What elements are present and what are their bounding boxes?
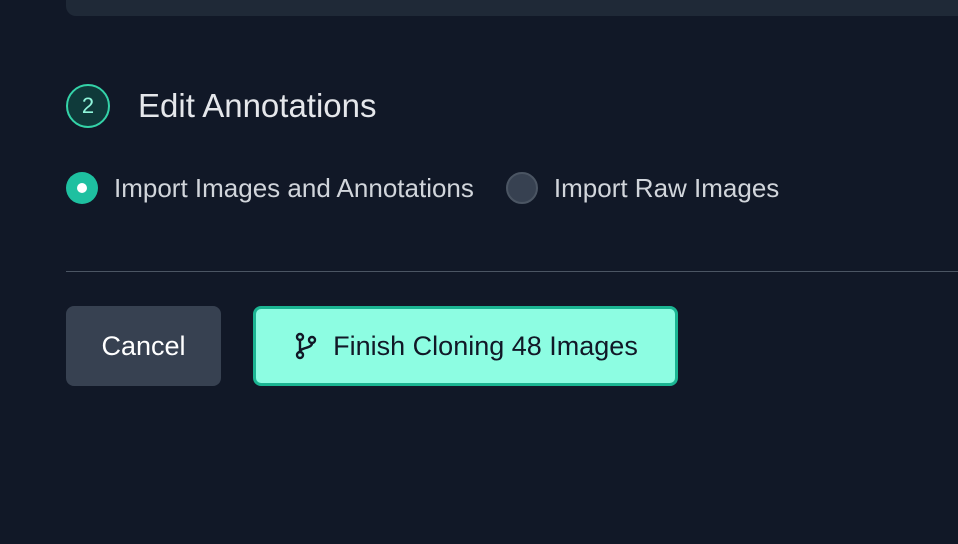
clone-dialog: 2 Edit Annotations Import Images and Ann…	[0, 0, 958, 544]
import-images-and-annotations-option[interactable]: Import Images and Annotations	[66, 172, 474, 204]
finish-cloning-label: Finish Cloning 48 Images	[333, 330, 638, 361]
divider	[66, 271, 958, 272]
previous-step-card	[66, 0, 958, 16]
radio-unchecked-icon[interactable]	[505, 172, 538, 204]
git-branch-icon	[293, 332, 319, 360]
import-raw-images-option[interactable]: Import Raw Images	[505, 172, 780, 204]
step-number-badge: 2	[66, 84, 110, 128]
step-header: 2 Edit Annotations	[66, 84, 377, 128]
finish-cloning-button[interactable]: Finish Cloning 48 Images	[253, 306, 678, 386]
cancel-button[interactable]: Cancel	[66, 306, 221, 386]
step-title: Edit Annotations	[138, 87, 377, 124]
radio-label: Import Images and Annotations	[114, 172, 474, 203]
import-mode-radio-group: Import Images and Annotations Import Raw…	[66, 170, 779, 206]
radio-checked-icon[interactable]	[66, 172, 98, 204]
radio-label: Import Raw Images	[553, 172, 780, 203]
